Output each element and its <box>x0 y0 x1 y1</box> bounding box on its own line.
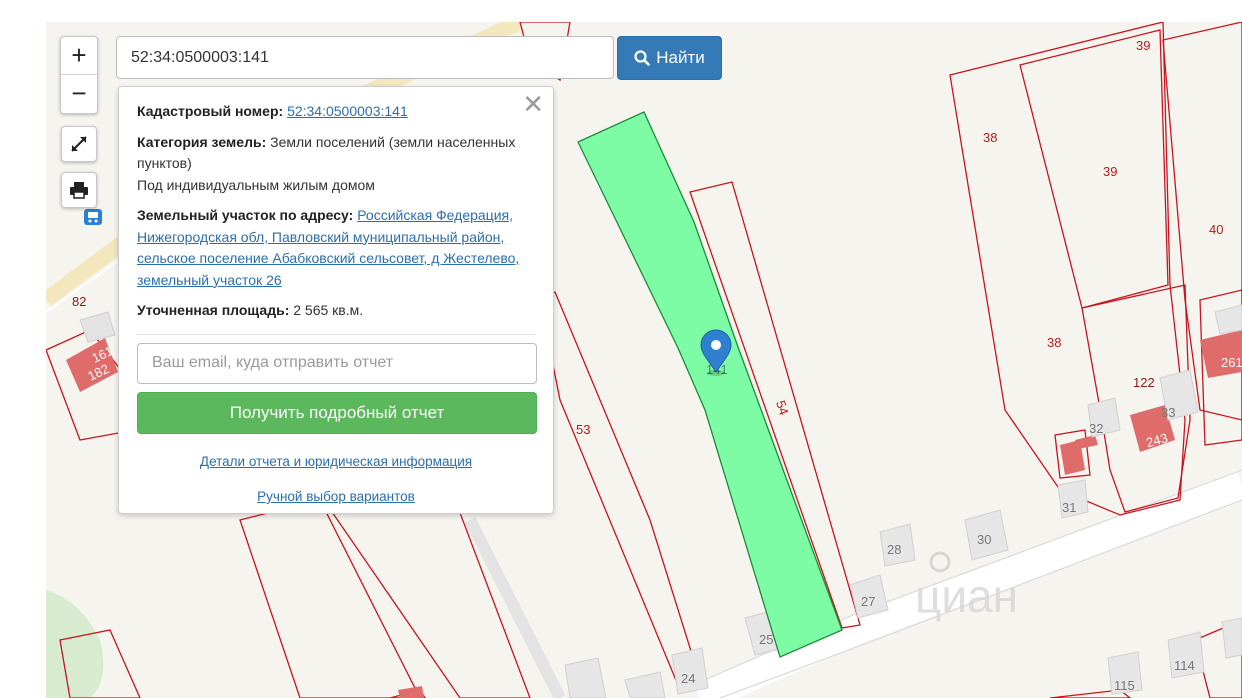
report-details-link[interactable]: Детали отчета и юридическая информация <box>137 451 535 473</box>
plot-label: 54 <box>773 399 792 417</box>
cadastral-row: Кадастровый номер: 52:34:0500003:141 <box>137 101 535 123</box>
plot-label: 39 <box>1103 164 1117 179</box>
zoom-out-button[interactable]: − <box>61 74 97 112</box>
expand-icon <box>71 136 87 152</box>
get-report-button[interactable]: Получить подробный отчет <box>137 391 537 434</box>
divider <box>137 333 535 335</box>
plot-label: 38 <box>983 130 997 145</box>
plot-label: 32 <box>1089 421 1103 436</box>
category-label: Категория земель: <box>137 133 267 150</box>
plot-label: 40 <box>1209 222 1223 237</box>
plot-label: 33 <box>1161 405 1175 420</box>
plot-label: 25 <box>759 632 773 647</box>
area-label: Уточненная площадь: <box>137 302 290 318</box>
parcel-info-popup: ✕ Кадастровый номер: 52:34:0500003:141 К… <box>118 86 554 514</box>
category-row: Категория земель: Земли поселений (земли… <box>137 132 535 197</box>
plot-label: 24 <box>681 671 695 686</box>
search-icon <box>634 50 651 66</box>
search-button[interactable]: Найти <box>617 36 722 80</box>
address-row: Земельный участок по адресу: Российская … <box>137 205 535 291</box>
plot-label: 261 <box>1221 355 1242 370</box>
close-icon[interactable]: ✕ <box>522 91 544 117</box>
zoom-in-button[interactable]: + <box>61 37 97 74</box>
plot-label: 82 <box>72 294 86 309</box>
search-input[interactable] <box>116 36 614 79</box>
plot-label: 27 <box>861 594 875 609</box>
green-area <box>46 590 104 698</box>
plot-label: 39 <box>1136 38 1150 53</box>
fullscreen-button[interactable] <box>61 126 97 162</box>
plot-label: 30 <box>977 532 991 547</box>
cadastral-link[interactable]: 52:34:0500003:141 <box>287 103 408 119</box>
plot-label: 114 <box>1174 658 1195 673</box>
plot-label: 28 <box>887 542 901 557</box>
area-row: Уточненная площадь: 2 565 кв.м. <box>137 300 535 322</box>
manual-selection-link[interactable]: Ручной выбор вариантов <box>137 486 535 508</box>
area-value: 2 565 кв.м. <box>293 302 364 318</box>
watermark: циан <box>915 570 1018 622</box>
plot-label: 115 <box>1114 678 1135 693</box>
plot-label: 31 <box>1062 500 1076 515</box>
email-field[interactable] <box>137 342 537 384</box>
land-use-value: Под индивидуальным жилым домом <box>137 176 375 193</box>
print-button[interactable] <box>61 172 97 208</box>
printer-icon <box>70 182 88 199</box>
bus-stop-icon <box>84 209 102 225</box>
plot-label: 53 <box>576 422 590 437</box>
zoom-control: + − <box>60 36 98 114</box>
address-label: Земельный участок по адресу: <box>137 207 354 223</box>
plot-label: 122 <box>1133 375 1155 390</box>
cadastral-label: Кадастровый номер: <box>137 103 284 119</box>
search-button-label: Найти <box>656 48 705 67</box>
plot-label: 38 <box>1047 335 1061 350</box>
selected-parcel[interactable] <box>577 111 843 658</box>
